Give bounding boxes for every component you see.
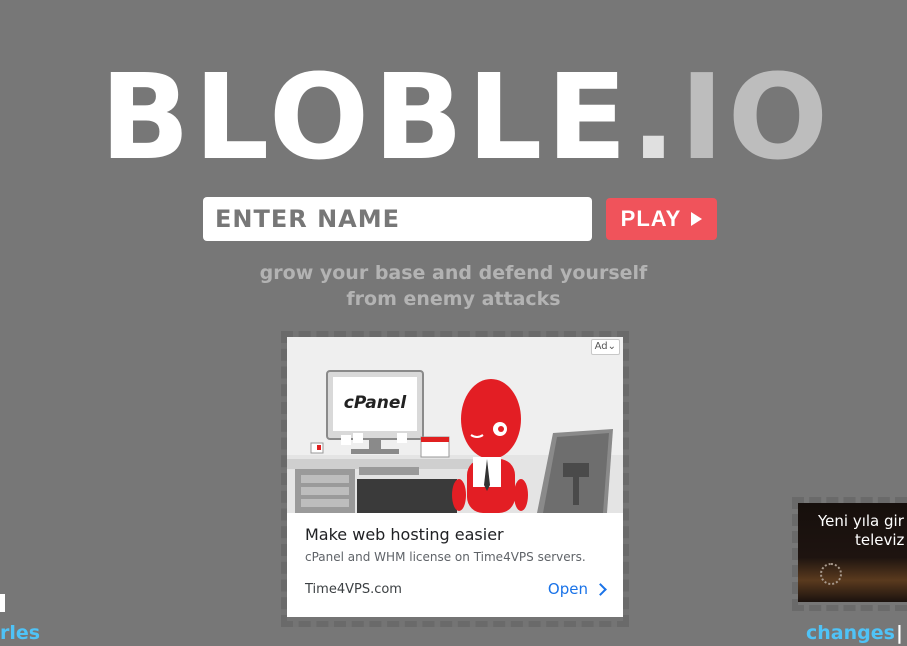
changes-link[interactable]: changes <box>806 622 895 644</box>
tagline-line1: grow your base and defend yourself <box>259 262 648 284</box>
ornament-icon <box>820 563 842 585</box>
side-ad[interactable]: Yeni yıla gir televiz <box>798 503 907 602</box>
logo-tld: IO <box>679 48 833 186</box>
chevron-right-icon <box>594 582 607 596</box>
side-ad-text-2: televiz <box>855 531 905 549</box>
rules-link[interactable]: rles <box>0 622 40 644</box>
play-button[interactable]: PLAY <box>606 198 717 240</box>
ad-illustration-text: cPanel <box>344 393 408 413</box>
play-label: PLAY <box>620 206 682 231</box>
ad-url[interactable]: Time4VPS.com <box>305 582 402 597</box>
ad-headline[interactable]: Make web hosting easier <box>305 525 504 544</box>
left-panel-fragment <box>0 594 5 612</box>
ad-description: cPanel and WHM license on Time4VPS serve… <box>305 550 586 564</box>
game-logo: BLOBLE. IO <box>100 48 828 186</box>
side-ad-text-1: Yeni yıla gir <box>818 512 904 530</box>
logo-dot: . <box>630 48 680 186</box>
tagline-line2: from enemy attacks <box>346 288 561 310</box>
logo-title: BLOBLE <box>100 48 631 186</box>
ad-open-button[interactable]: Open <box>547 580 607 598</box>
ad-open-label: Open <box>547 580 588 598</box>
ad-choices-badge[interactable]: Ad⌄ <box>590 339 620 355</box>
ad-illustration[interactable]: cPanel <box>287 337 623 513</box>
chevron-down-icon: ⌄ <box>607 341 616 352</box>
ad-card[interactable]: cPanel Ad⌄ Make web hosting easier cPane… <box>287 337 623 617</box>
footer-separator: | <box>896 622 903 644</box>
play-triangle-icon <box>691 212 703 226</box>
name-input[interactable] <box>203 197 592 241</box>
ad-badge-label: Ad <box>594 341 608 352</box>
